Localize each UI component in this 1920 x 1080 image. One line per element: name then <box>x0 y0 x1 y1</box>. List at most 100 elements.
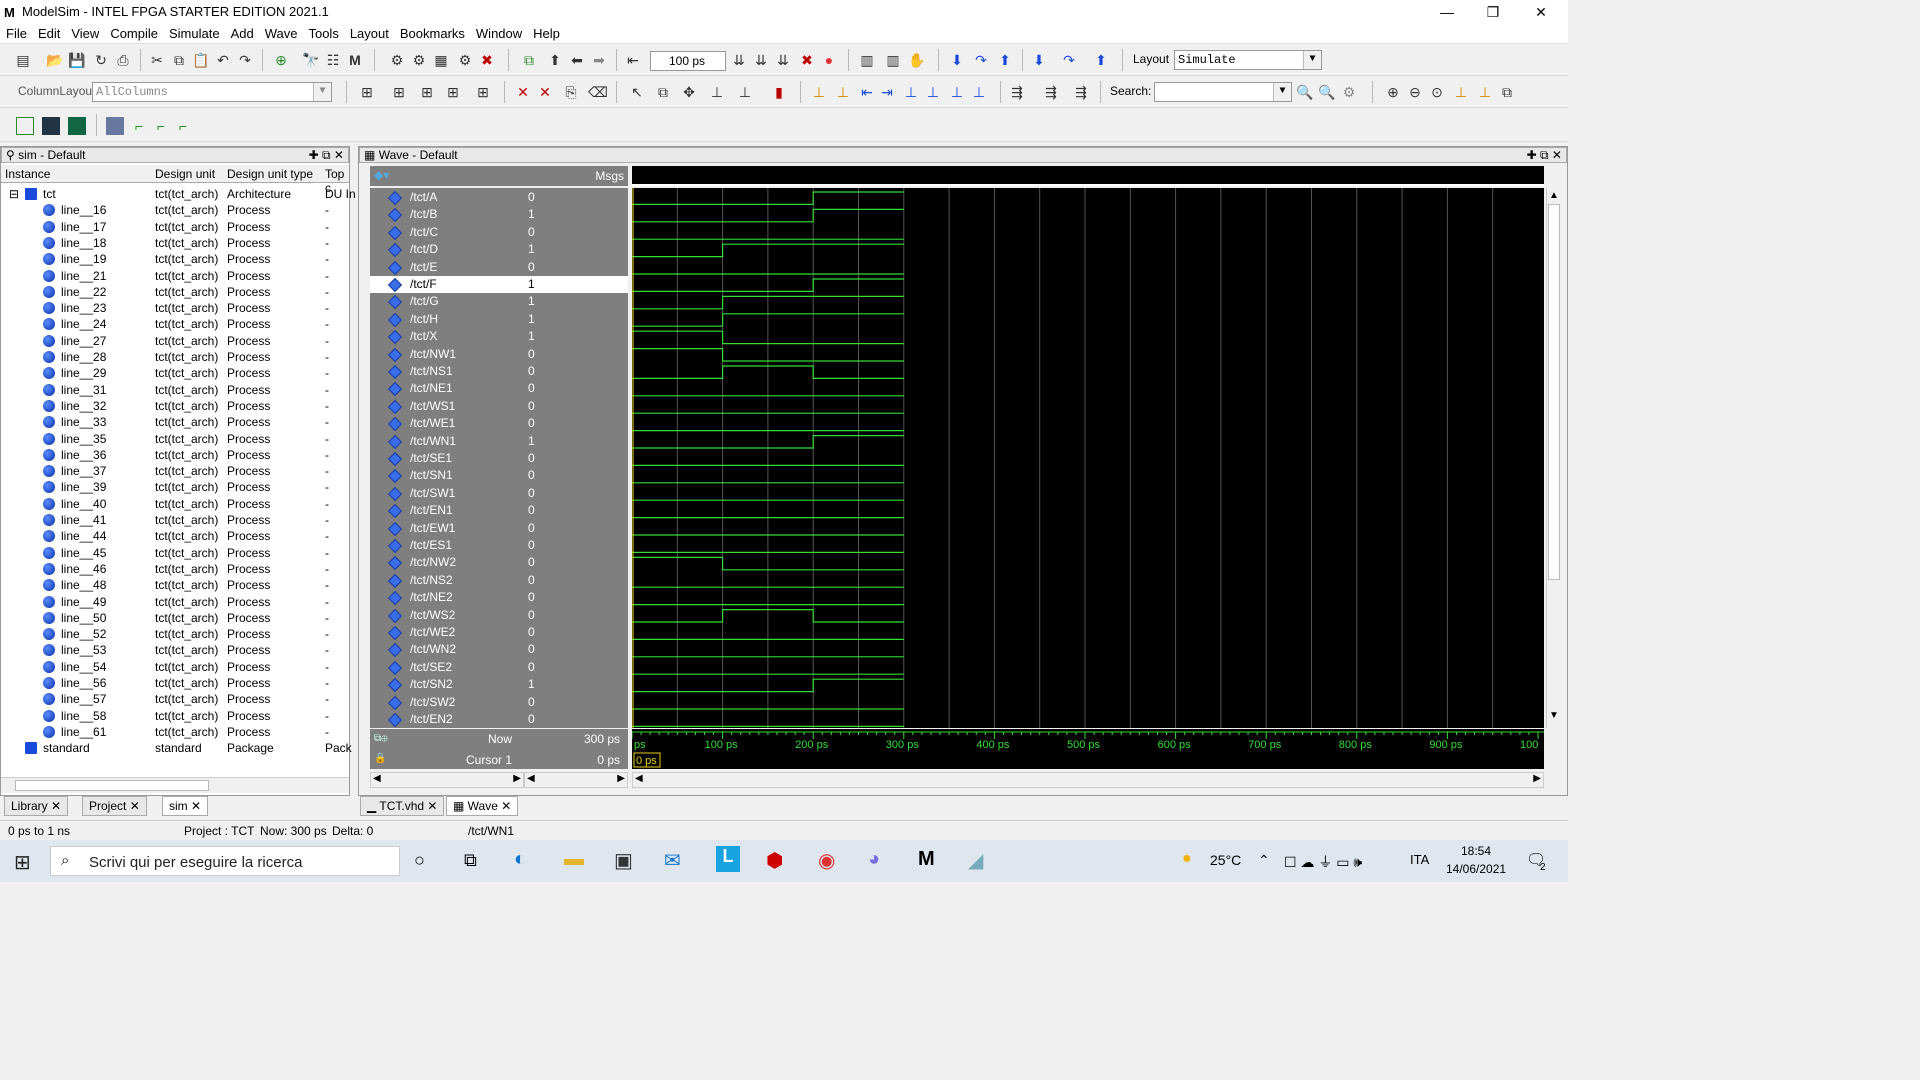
break-run-icon[interactable]: ✖ <box>798 51 816 69</box>
sim-row[interactable]: line__28 tct(tct_arch) Process - <box>1 349 349 365</box>
scroll-up-icon[interactable]: ▲ <box>1549 190 1559 201</box>
values-hscroll[interactable]: ◀ ▶ <box>524 772 628 788</box>
edge-icon[interactable]: ⊥ <box>708 83 726 101</box>
menu-file[interactable]: File <box>0 24 32 41</box>
col-design-unit[interactable]: Design unit <box>155 167 215 181</box>
reload-icon[interactable]: ↻ <box>92 51 110 69</box>
chrome-icon[interactable]: ◉ <box>818 848 835 873</box>
sim-row[interactable]: standard standard Package Pack <box>1 740 352 756</box>
signal-name-row[interactable]: /tct/C <box>370 224 524 241</box>
signal-name-row[interactable]: /tct/WS2 <box>370 607 524 624</box>
task-view-icon[interactable]: ⧉ <box>464 850 477 871</box>
expand-icon[interactable]: ⇶ <box>1008 83 1026 101</box>
sim-row[interactable]: ⊟ tct tct(tct_arch) Architecture DU In <box>1 186 356 202</box>
signal-name-row[interactable]: /tct/WS1 <box>370 398 524 415</box>
names-hscroll[interactable]: ◀ ▶ <box>370 772 524 788</box>
performance-icon[interactable]: ▥ <box>858 51 876 69</box>
app-l-icon[interactable]: L <box>716 846 740 872</box>
signal-name-row[interactable]: /tct/WE2 <box>370 624 524 641</box>
panel-buttons[interactable]: ✚ ⧉ ✕ <box>309 148 344 162</box>
signal-name-row[interactable]: /tct/SE2 <box>370 659 524 676</box>
search-input[interactable]: ▼ <box>1154 82 1292 102</box>
app-red-icon[interactable]: ⬢ <box>766 848 783 873</box>
temperature[interactable]: 25°C <box>1210 852 1241 868</box>
menu-window[interactable]: Window <box>470 24 527 41</box>
select-pointer-icon[interactable]: ↖ <box>628 83 646 101</box>
menu-wave[interactable]: Wave <box>259 24 303 41</box>
sim-row[interactable]: line__35 tct(tct_arch) Process - <box>1 431 349 447</box>
waveform-canvas[interactable] <box>632 188 1544 728</box>
modelsim-icon[interactable]: M <box>346 51 364 69</box>
sim-row[interactable]: line__44 tct(tct_arch) Process - <box>1 528 349 544</box>
sim-row[interactable]: line__54 tct(tct_arch) Process - <box>1 659 349 675</box>
wave-hscroll[interactable]: ◀ ▶ <box>632 772 1544 788</box>
sim-row[interactable]: line__31 tct(tct_arch) Process - <box>1 382 349 398</box>
timeline[interactable]: ps 100 ps 200 ps 300 ps 400 ps 500 ps 600 ps 70… <box>632 729 1544 769</box>
stop-run-icon[interactable]: ● <box>820 51 838 69</box>
sim-row[interactable]: line__39 tct(tct_arch) Process - <box>1 479 349 495</box>
language[interactable]: ITA <box>1410 852 1429 867</box>
signal-name-row[interactable]: /tct/E <box>370 259 524 276</box>
signal-name-row[interactable]: /tct/SW2 <box>370 694 524 711</box>
layout-4-icon[interactable] <box>106 117 124 135</box>
step-over-icon[interactable]: ↷ <box>972 51 990 69</box>
break-icon[interactable]: ⚙ <box>456 51 474 69</box>
signal-name-row[interactable]: /tct/EW1 <box>370 520 524 537</box>
signal-name-row[interactable]: /tct/EN2 <box>370 711 524 728</box>
mail-icon[interactable]: ✉ <box>664 848 681 873</box>
signal-name-row[interactable]: /tct/A <box>370 189 524 206</box>
sim-row[interactable]: line__56 tct(tct_arch) Process - <box>1 675 349 691</box>
run-icon[interactable]: ⇊ <box>730 51 748 69</box>
file-explorer-icon[interactable]: ▬ <box>564 848 584 871</box>
next-edge-icon[interactable]: ⇥ <box>878 83 896 101</box>
layout-3-icon[interactable] <box>68 117 86 135</box>
signal-name-row[interactable]: /tct/NW2 <box>370 554 524 571</box>
search-options-icon[interactable]: ⚙ <box>1340 83 1358 101</box>
prev-falling-icon[interactable]: ⊥ <box>948 83 966 101</box>
signal-name-row[interactable]: /tct/NS2 <box>370 572 524 589</box>
step-out-icon[interactable]: ⬆ <box>996 51 1014 69</box>
wave-add-icon[interactable]: ⊞ <box>358 83 376 101</box>
menu-help[interactable]: Help <box>527 24 565 41</box>
move-icon[interactable]: ✥ <box>680 83 698 101</box>
menu-layout[interactable]: Layout <box>344 24 394 41</box>
signal-name-row[interactable]: /tct/H <box>370 311 524 328</box>
sim-hscroll-thumb[interactable] <box>15 780 209 791</box>
signal-name-row[interactable]: /tct/NE1 <box>370 380 524 397</box>
signal-name-row[interactable]: /tct/SN2 <box>370 676 524 693</box>
sim-row[interactable]: line__48 tct(tct_arch) Process - <box>1 577 349 593</box>
next-falling-icon[interactable]: ⊥ <box>970 83 988 101</box>
memory-icon[interactable]: ▥ <box>884 51 902 69</box>
collapse-icon[interactable]: ⇶ <box>1042 83 1060 101</box>
clock-time[interactable]: 18:54 <box>1446 844 1506 858</box>
cursor-lock-icon[interactable]: 🔒 <box>374 753 386 764</box>
menu-bookmarks[interactable]: Bookmarks <box>394 24 470 41</box>
undo-icon[interactable]: ↶ <box>214 51 232 69</box>
wave-divider-icon[interactable]: ⊞ <box>474 83 492 101</box>
windows-start-icon[interactable]: ⊞ <box>14 850 31 875</box>
edge-browser-icon[interactable]: ◐ <box>514 848 526 871</box>
sim-row[interactable]: line__32 tct(tct_arch) Process - <box>1 398 349 414</box>
signal-name-row[interactable]: /tct/G <box>370 293 524 310</box>
forward-arrow-icon[interactable]: ➡ <box>590 51 608 69</box>
tray-icons[interactable]: ☐ ☁ ⏚ ▭ 🕪 <box>1284 852 1362 872</box>
cut-icon[interactable]: ✂ <box>148 51 166 69</box>
sim-row[interactable]: line__36 tct(tct_arch) Process - <box>1 447 349 463</box>
signal-name-row[interactable]: /tct/NS1 <box>370 363 524 380</box>
modelsim-taskbar-icon[interactable]: M <box>918 848 935 871</box>
tab-project[interactable]: Project ✕ <box>82 796 147 816</box>
tray-chevron-icon[interactable]: ⌃ <box>1258 852 1270 869</box>
sim-row[interactable]: line__27 tct(tct_arch) Process - <box>1 333 349 349</box>
search-next-icon[interactable]: 🔍 <box>1318 83 1336 101</box>
step-into-icon[interactable]: ⬇ <box>948 51 966 69</box>
stop-icon[interactable]: ✖ <box>478 51 496 69</box>
up-arrow-icon[interactable]: ⬆ <box>546 51 564 69</box>
wave-vscroll[interactable]: ▲ ▼ <box>1546 188 1562 728</box>
sim-row[interactable]: line__50 tct(tct_arch) Process - <box>1 610 349 626</box>
step-over-2-icon[interactable]: ↷ <box>1060 51 1078 69</box>
hand-icon[interactable]: ✋ <box>908 51 926 69</box>
panel-buttons[interactable]: ✚ ⧉ ✕ <box>1527 148 1562 162</box>
wave-tools-icon[interactable]: ◆▾ <box>374 168 389 182</box>
cursor-add-icon[interactable]: ⊥ <box>810 83 828 101</box>
sim-row[interactable]: line__58 tct(tct_arch) Process - <box>1 708 349 724</box>
